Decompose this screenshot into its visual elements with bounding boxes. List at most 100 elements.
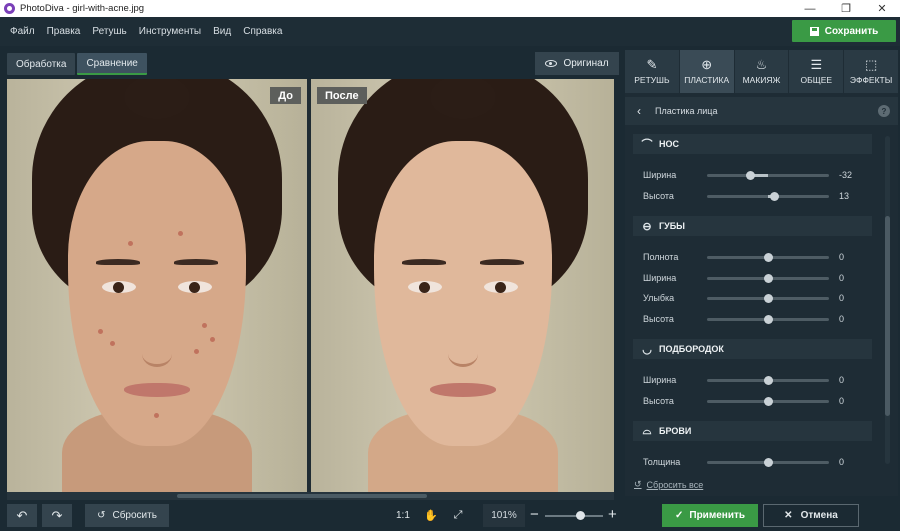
brows-icon: ⌓	[642, 424, 652, 437]
slider-knob[interactable]	[763, 375, 773, 385]
slider-track[interactable]	[707, 273, 829, 283]
slider-chin-width: Ширина 0	[643, 373, 863, 387]
zoom-slider[interactable]	[545, 511, 603, 520]
tab-makeup-label: МАКИЯЖ	[742, 75, 781, 85]
slider-knob[interactable]	[769, 191, 779, 201]
menu-file[interactable]: Файл	[4, 26, 41, 37]
tab-plastics-label: ПЛАСТИКА	[684, 75, 730, 85]
section-chin[interactable]: ◡ ПОДБОРОДОК	[633, 339, 872, 359]
redo-icon: ↷	[51, 507, 63, 523]
slider-knob[interactable]	[746, 170, 756, 180]
panel-scrollbar[interactable]	[885, 136, 890, 464]
tab-makeup[interactable]: ♨ МАКИЯЖ	[734, 50, 789, 93]
help-icon[interactable]: ?	[878, 105, 890, 117]
fit-screen-icon[interactable]: ⤢	[451, 508, 465, 522]
before-label: До	[270, 87, 301, 104]
panel-header: ‹ Пластика лица ?	[625, 97, 898, 125]
zoom-out-icon[interactable]: −	[530, 507, 539, 522]
tab-effects-label: ЭФФЕКТЫ	[849, 75, 893, 85]
redo-button[interactable]: ↷	[42, 504, 72, 527]
menu-view[interactable]: Вид	[207, 26, 237, 37]
apply-button[interactable]: ✓ Применить	[662, 504, 758, 527]
undo-icon: ↶	[16, 507, 28, 523]
cancel-button[interactable]: ✕ Отмена	[763, 504, 859, 527]
reset-all-link[interactable]: ↺ Сбросить все	[634, 479, 703, 490]
effects-icon: ⬚	[864, 57, 878, 72]
slider-track[interactable]	[707, 457, 829, 467]
menu-tools[interactable]: Инструменты	[133, 26, 207, 37]
tab-compare[interactable]: Сравнение	[77, 53, 147, 75]
save-disk-icon	[809, 26, 819, 36]
slider-knob[interactable]	[763, 252, 773, 262]
tab-plastics[interactable]: ⊕ ПЛАСТИКА	[679, 50, 734, 93]
before-photo: До	[7, 79, 307, 492]
menu-bar: Файл Правка Ретушь Инструменты Вид Справ…	[0, 17, 900, 46]
section-lips[interactable]: ⊖ ГУБЫ	[633, 216, 872, 236]
slider-value: 0	[839, 252, 845, 262]
cancel-label: Отмена	[800, 510, 838, 521]
tab-processing[interactable]: Обработка	[7, 53, 76, 75]
menu-edit[interactable]: Правка	[41, 26, 87, 37]
slider-track[interactable]	[707, 252, 829, 262]
settings-panel: ✎ РЕТУШЬ ⊕ ПЛАСТИКА ♨ МАКИЯЖ ☰ ОБЩЕЕ ⬚ Э…	[625, 50, 898, 496]
slider-value: 0	[839, 314, 845, 324]
tab-retouch[interactable]: ✎ РЕТУШЬ	[625, 50, 679, 93]
panel-tabs: ✎ РЕТУШЬ ⊕ ПЛАСТИКА ♨ МАКИЯЖ ☰ ОБЩЕЕ ⬚ Э…	[625, 50, 898, 93]
slider-track[interactable]	[707, 396, 829, 406]
slider-knob[interactable]	[763, 457, 773, 467]
zoom-percent[interactable]: 101%	[483, 504, 525, 527]
reset-button[interactable]: ↺ Сбросить	[85, 504, 169, 527]
section-lips-title: ГУБЫ	[659, 221, 685, 231]
photo-canvas[interactable]: До После	[7, 79, 614, 500]
close-icon[interactable]: ✕	[864, 0, 900, 17]
panel-scrollbar-thumb[interactable]	[885, 216, 890, 416]
cancel-x-icon: ✕	[784, 510, 793, 521]
window-controls: — ❐ ✕	[792, 0, 900, 17]
back-arrow-icon[interactable]: ‹	[629, 104, 649, 118]
plastics-icon: ⊕	[701, 57, 713, 72]
eye-icon	[545, 60, 558, 67]
slider-value: 0	[839, 457, 845, 467]
slider-track[interactable]	[707, 314, 829, 324]
hand-icon[interactable]: ✋	[424, 508, 438, 522]
slider-knob[interactable]	[763, 396, 773, 406]
zoom-in-icon[interactable]: +	[608, 507, 617, 522]
undo-button[interactable]: ↶	[7, 504, 37, 527]
slider-value: 0	[839, 293, 845, 303]
slider-brows-thickness: Толщина 0	[643, 455, 863, 469]
slider-label: Полнота	[643, 252, 679, 262]
slider-track[interactable]	[707, 293, 829, 303]
slider-track[interactable]	[707, 191, 829, 201]
slider-value: 13	[839, 191, 850, 201]
slider-track[interactable]	[707, 375, 829, 385]
slider-lips-fullness: Полнота 0	[643, 250, 863, 264]
scrollbar-thumb[interactable]	[177, 494, 427, 498]
slider-track[interactable]	[707, 170, 829, 180]
section-nose[interactable]: ⌒ НОС	[633, 134, 872, 154]
section-brows-title: БРОВИ	[659, 426, 692, 436]
slider-label: Ширина	[643, 273, 677, 283]
title-bar: PhotoDiva - girl-with-acne.jpg — ❐ ✕	[0, 0, 900, 17]
section-nose-title: НОС	[659, 139, 679, 149]
tab-effects[interactable]: ⬚ ЭФФЕКТЫ	[844, 50, 898, 93]
maximize-icon[interactable]: ❐	[828, 0, 864, 17]
slider-knob[interactable]	[763, 293, 773, 303]
slider-label: Высота	[643, 314, 674, 324]
slider-value: 0	[839, 375, 845, 385]
menu-retouch[interactable]: Ретушь	[86, 26, 132, 37]
tab-general[interactable]: ☰ ОБЩЕЕ	[789, 50, 844, 93]
slider-knob[interactable]	[763, 314, 773, 324]
lips-icon: ⊖	[642, 220, 652, 233]
window-title: PhotoDiva - girl-with-acne.jpg	[20, 3, 145, 14]
menu-help[interactable]: Справка	[237, 26, 288, 37]
slider-value: 0	[839, 273, 845, 283]
original-button[interactable]: Оригинал	[535, 52, 619, 75]
slider-lips-width: Ширина 0	[643, 271, 863, 285]
minimize-icon[interactable]: —	[792, 0, 828, 17]
horizontal-scrollbar[interactable]	[7, 492, 614, 500]
sliders-icon: ☰	[810, 57, 823, 72]
slider-knob[interactable]	[763, 273, 773, 283]
section-brows[interactable]: ⌓ БРОВИ	[633, 421, 872, 441]
save-button[interactable]: Сохранить	[792, 20, 896, 42]
actual-size-button[interactable]: 1:1	[396, 510, 410, 521]
